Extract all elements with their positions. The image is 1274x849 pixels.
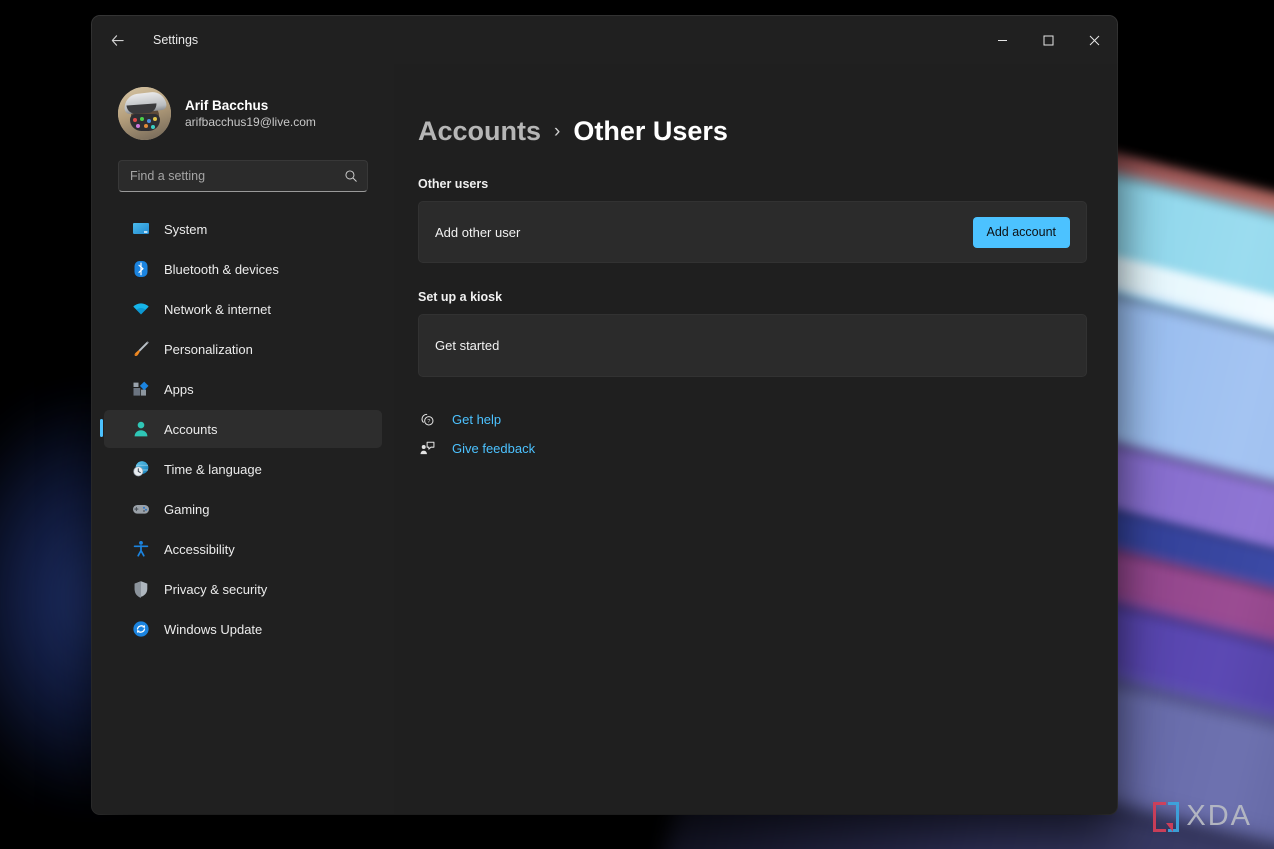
get-help-link[interactable]: ? Get help: [418, 410, 1087, 428]
breadcrumb-parent-accounts[interactable]: Accounts: [418, 116, 541, 147]
sidebar-item-label: Windows Update: [164, 621, 263, 637]
back-button[interactable]: [101, 24, 133, 56]
sidebar-item-gaming[interactable]: Gaming: [104, 490, 382, 528]
window-body: Arif Bacchus arifbacchus19@live.com Syst…: [92, 64, 1117, 814]
sidebar-item-bluetooth-devices[interactable]: Bluetooth & devices: [104, 250, 382, 288]
wifi-icon: [132, 300, 150, 318]
close-icon: [1089, 35, 1099, 45]
kiosk-section-label: Set up a kiosk: [418, 290, 503, 304]
sidebar-item-privacy-security[interactable]: Privacy & security: [104, 570, 382, 608]
sidebar-item-system[interactable]: System: [104, 210, 382, 248]
page-title: Other Users: [573, 116, 728, 146]
xda-watermark-text: XDA: [1186, 800, 1252, 832]
breadcrumb: Accounts › Other Users: [418, 116, 1087, 147]
sidebar-item-label: Bluetooth & devices: [164, 261, 279, 277]
title-bar: Settings: [92, 16, 1117, 64]
sidebar-item-accounts[interactable]: Accounts: [100, 410, 382, 448]
sidebar-item-windows-update[interactable]: Windows Update: [104, 610, 382, 648]
sidebar-item-label: Gaming: [164, 501, 210, 517]
other-users-section: Other users Add other user Add account: [418, 177, 1087, 263]
window-title: Settings: [153, 33, 199, 47]
give-feedback-label: Give feedback: [452, 440, 536, 456]
person-icon: [132, 420, 150, 438]
paintbrush-icon: [132, 340, 150, 358]
other-users-section-label: Other users: [418, 177, 489, 191]
accessibility-icon: [132, 540, 150, 558]
feedback-person-icon: [418, 439, 436, 457]
settings-window: Settings Arif Bacchus arifbacchus19@live…: [92, 16, 1117, 814]
sidebar-item-label: Network & internet: [164, 301, 271, 317]
sidebar-item-label: Privacy & security: [164, 581, 268, 597]
xda-bracket-icon: [1153, 801, 1180, 832]
arrow-left-icon: [111, 34, 124, 46]
add-other-user-card: Add other user Add account: [418, 201, 1087, 263]
kiosk-section: Set up a kiosk Get started: [418, 290, 1087, 377]
gamepad-icon: [132, 500, 150, 518]
minimize-icon: [997, 39, 1007, 41]
sidebar-item-label: Apps: [164, 381, 194, 397]
xda-watermark: XDA: [1153, 800, 1252, 833]
sidebar-nav-list: System Bluetooth & devices Network & inter…: [92, 210, 394, 650]
help-bubble-icon: ?: [418, 410, 436, 428]
sidebar-item-label: Accounts: [164, 421, 218, 437]
sidebar-item-time-language[interactable]: Time & language: [104, 450, 382, 488]
shield-icon: [132, 580, 150, 598]
sidebar-item-network-internet[interactable]: Network & internet: [104, 290, 382, 328]
account-text: Arif Bacchus arifbacchus19@live.com: [185, 98, 316, 129]
search-wrap: [92, 142, 394, 192]
account-name: Arif Bacchus: [185, 97, 269, 113]
add-account-button[interactable]: Add account: [972, 216, 1070, 248]
kiosk-get-started-card[interactable]: Get started: [418, 314, 1087, 377]
sidebar-item-label: Time & language: [164, 461, 262, 477]
apps-icon: [132, 380, 150, 398]
svg-text:?: ?: [427, 418, 430, 424]
sidebar-item-label: Personalization: [164, 341, 253, 357]
user-account-block[interactable]: Arif Bacchus arifbacchus19@live.com: [92, 64, 394, 142]
sidebar: Arif Bacchus arifbacchus19@live.com Syst…: [92, 64, 394, 814]
update-refresh-icon: [132, 620, 150, 638]
sidebar-item-accessibility[interactable]: Accessibility: [104, 530, 382, 568]
breadcrumb-separator-icon: ›: [554, 120, 561, 142]
main-content: Accounts › Other Users Other users Add o…: [394, 64, 1117, 814]
avatar: [118, 86, 171, 140]
clock-globe-icon: [132, 460, 150, 478]
search-input[interactable]: [130, 169, 344, 183]
search-box[interactable]: [118, 160, 368, 192]
help-links: ? Get help Give feedback: [418, 410, 1087, 457]
window-controls: [979, 16, 1117, 64]
kiosk-get-started-label: Get started: [435, 338, 500, 353]
maximize-icon: [1043, 35, 1053, 45]
sidebar-item-apps[interactable]: Apps: [104, 370, 382, 408]
give-feedback-link[interactable]: Give feedback: [418, 439, 1087, 457]
account-email: arifbacchus19@live.com: [185, 114, 316, 129]
maximize-button[interactable]: [1025, 16, 1071, 64]
bluetooth-icon: [132, 260, 150, 278]
monitor-icon: [132, 220, 150, 238]
sidebar-item-label: System: [164, 221, 208, 237]
sidebar-item-personalization[interactable]: Personalization: [104, 330, 382, 368]
add-other-user-label: Add other user: [435, 224, 521, 240]
close-button[interactable]: [1071, 16, 1117, 64]
get-help-label: Get help: [452, 411, 502, 427]
search-icon[interactable]: [344, 169, 358, 183]
sidebar-item-label: Accessibility: [164, 541, 235, 557]
minimize-button[interactable]: [979, 16, 1025, 64]
